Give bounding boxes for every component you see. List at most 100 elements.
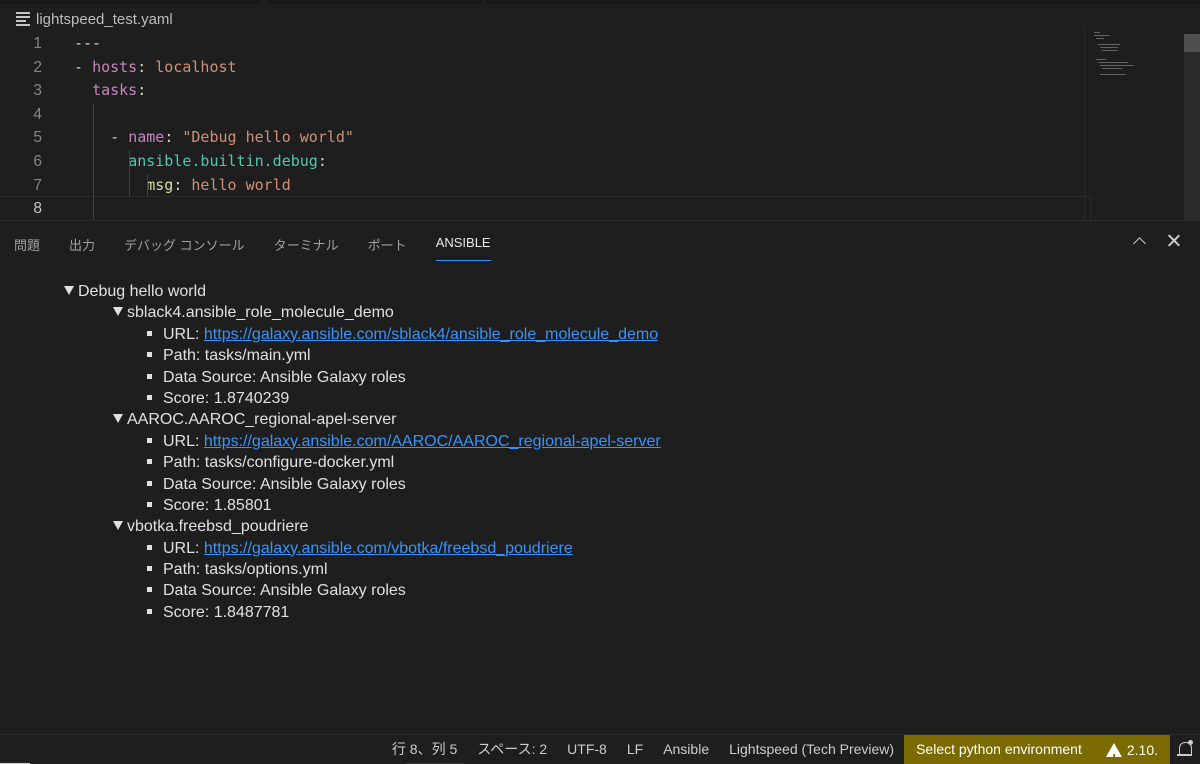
maximize-panel-chevron-up-icon[interactable] (1132, 233, 1148, 249)
role-score-item-text: Score: 1.85801 (163, 496, 272, 514)
bullet-icon (147, 330, 152, 336)
notifications-bell-icon[interactable] (1170, 735, 1200, 764)
role-score-item-text: Score: 1.8487781 (163, 603, 290, 621)
tab-ports[interactable]: ポート (368, 235, 407, 261)
role-data-source-item: Data Source: Ansible Galaxy roles (0, 580, 661, 601)
url-label: URL: (163, 325, 204, 343)
role-url-link[interactable]: https://galaxy.ansible.com/AAROC/AAROC_r… (204, 433, 661, 450)
line-number: 7 (33, 176, 42, 194)
minimap[interactable] (1092, 32, 1152, 82)
bullet-icon (147, 587, 152, 593)
code-text: - hosts: localhost (74, 57, 237, 76)
end-of-line[interactable]: LF (617, 735, 653, 764)
role-node[interactable]: vbotka.freebsd_poudriere (0, 516, 661, 537)
role-score-item-text: Score: 1.8740239 (163, 389, 290, 407)
line-number: 4 (33, 105, 42, 123)
tab-strip-segment (0, 0, 262, 4)
breadcrumb-filename[interactable]: lightspeed_test.yaml (36, 11, 173, 28)
role-data-source-item: Data Source: Ansible Galaxy roles (0, 474, 661, 495)
tab-debug-console[interactable]: デバッグ コンソール (124, 235, 245, 261)
tab-terminal[interactable]: ターミナル (274, 235, 339, 261)
role-url-item: URL: https://galaxy.ansible.com/sblack4/… (0, 324, 661, 345)
ansible-suggestion-tree: Debug hello world sblack4.ansible_role_mo… (0, 281, 661, 623)
editor-area[interactable]: lightspeed_test.yaml 1 --- 2 - hosts: local… (0, 0, 1200, 222)
tab-problems[interactable]: 問題 (14, 235, 40, 261)
expand-triangle-icon[interactable] (113, 414, 123, 424)
yaml-file-icon (16, 12, 30, 26)
role-path-item-text: Path: tasks/main.yml (163, 347, 311, 365)
editor-ruler (1084, 26, 1085, 220)
code-line[interactable]: 6 ansible.builtin.debug: (0, 150, 1090, 174)
bullet-icon (147, 501, 152, 507)
tab-strip-segment (486, 0, 1200, 4)
role-path-item: Path: tasks/configure-docker.yml (0, 452, 661, 473)
bottom-panel: 問題 出力 デバッグ コンソール ターミナル ポート ANSIBLE Debug hell… (0, 220, 1200, 734)
indent-guide (129, 150, 131, 198)
role-url-item: URL: https://galaxy.ansible.com/vbotka/f… (0, 538, 661, 559)
code-text: msg: hello world (146, 175, 291, 194)
code-line[interactable]: 4 (0, 103, 1090, 127)
indent-guide (147, 173, 149, 198)
panel-tabs: 問題 出力 デバッグ コンソール ターミナル ポート ANSIBLE (14, 235, 520, 261)
code-line[interactable]: 2 - hosts: localhost (0, 56, 1090, 80)
line-number: 5 (33, 129, 42, 147)
expand-triangle-icon[interactable] (113, 307, 123, 317)
close-panel-close-icon[interactable] (1166, 233, 1182, 249)
scrollbar-thumb[interactable] (1184, 34, 1200, 52)
expand-triangle-icon[interactable] (64, 286, 74, 295)
role-node[interactable]: AAROC.AAROC_regional-apel-server (0, 409, 661, 430)
editor-scrollbar[interactable] (1184, 34, 1200, 220)
code-text: --- (74, 34, 102, 52)
role-name-label: AAROC.AAROC_regional-apel-server (127, 411, 397, 429)
role-score-item: Score: 1.85801 (0, 495, 661, 516)
role-url-link[interactable]: https://galaxy.ansible.com/sblack4/ansib… (204, 326, 658, 343)
panel-actions (1132, 233, 1182, 249)
select-python-environment-button[interactable]: Select python environment (904, 735, 1094, 764)
bullet-icon (147, 608, 152, 614)
line-number: 6 (33, 152, 42, 170)
role-url-link[interactable]: https://galaxy.ansible.com/vbotka/freebs… (204, 540, 573, 557)
role-path-item-text: Path: tasks/configure-docker.yml (163, 454, 395, 472)
tree-root-task[interactable]: Debug hello world (0, 281, 661, 302)
role-node[interactable]: sblack4.ansible_role_molecule_demo (0, 302, 661, 323)
code-line[interactable]: 1 --- (0, 32, 1090, 56)
bullet-icon (147, 544, 152, 550)
code-text: - name: "Debug hello world" (110, 128, 354, 147)
file-encoding[interactable]: UTF-8 (557, 735, 617, 764)
ansible-version-warning[interactable]: 2.10. (1093, 735, 1170, 764)
tab-strip-segment (266, 0, 482, 4)
role-data-source-item-text: Data Source: Ansible Galaxy roles (163, 582, 406, 600)
role-name-label: vbotka.freebsd_poudriere (127, 518, 309, 536)
code-line[interactable]: 3 tasks: (0, 79, 1090, 103)
line-number: 2 (33, 58, 42, 76)
indentation-spaces[interactable]: スペース: 2 (467, 735, 557, 764)
status-items: 行 8、列 5 スペース: 2 UTF-8 LF Ansible Lightsp… (382, 735, 1200, 764)
url-label: URL: (163, 539, 204, 557)
line-number: 1 (33, 35, 42, 52)
code-text: tasks: (92, 81, 147, 100)
status-bar: 行 8、列 5 スペース: 2 UTF-8 LF Ansible Lightsp… (0, 734, 1200, 764)
lightspeed-status[interactable]: Lightspeed (Tech Preview) (719, 735, 904, 764)
role-data-source-item: Data Source: Ansible Galaxy roles (0, 367, 661, 388)
bullet-icon (147, 437, 152, 443)
code-lines[interactable]: 1 --- 2 - hosts: localhost 3 tasks: 4 5 - name… (0, 32, 1091, 222)
tab-ansible[interactable]: ANSIBLE (435, 235, 491, 261)
bullet-icon (147, 352, 152, 358)
language-mode[interactable]: Ansible (653, 735, 719, 764)
warning-icon (1105, 743, 1122, 764)
url-label: URL: (163, 432, 204, 450)
breadcrumb[interactable]: lightspeed_test.yaml (0, 6, 173, 32)
code-line[interactable]: 5 - name: "Debug hello world" (0, 126, 1090, 150)
code-line[interactable]: 7 msg: hello world (0, 174, 1090, 198)
expand-triangle-icon[interactable] (113, 521, 123, 531)
line-number: 8 (33, 200, 42, 218)
role-data-source-item-text: Data Source: Ansible Galaxy roles (163, 475, 406, 493)
bullet-icon (147, 566, 152, 572)
role-score-item: Score: 1.8487781 (0, 602, 661, 623)
role-url-item: URL: https://galaxy.ansible.com/AAROC/AA… (0, 431, 661, 452)
line-number: 3 (33, 82, 42, 100)
cursor-position[interactable]: 行 8、列 5 (382, 735, 467, 764)
tab-output[interactable]: 出力 (69, 235, 95, 261)
role-path-item: Path: tasks/options.yml (0, 559, 661, 580)
code-line[interactable]: 8 (0, 196, 1091, 222)
